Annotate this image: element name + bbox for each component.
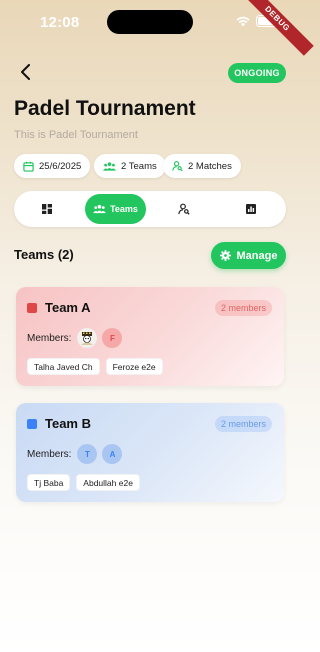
members-row: Members: F — [27, 328, 123, 348]
person-search-icon — [172, 161, 183, 172]
team-header: Team B — [27, 416, 91, 431]
user-photo-icon — [78, 329, 97, 347]
matches-chip-label: 2 Matches — [188, 160, 232, 172]
avatar: T — [77, 444, 98, 464]
matches-chip: 2 Matches — [163, 154, 241, 178]
calendar-icon — [23, 161, 34, 172]
tab-bar: Teams — [14, 191, 286, 227]
team-name: Team A — [45, 300, 91, 315]
member-name-chip: Abdullah e2e — [76, 474, 140, 491]
people-icon — [93, 204, 106, 214]
chart-icon — [246, 204, 256, 214]
avatar: F — [102, 328, 123, 348]
member-names: Talha Javed Ch Feroze e2e — [27, 358, 163, 375]
member-name-chip: Feroze e2e — [105, 358, 163, 375]
teams-chip: 2 Teams — [94, 154, 166, 178]
wifi-icon — [236, 16, 250, 26]
tab-players[interactable] — [161, 194, 207, 224]
dashboard-icon — [42, 204, 52, 214]
tab-stats[interactable] — [228, 194, 274, 224]
team-name: Team B — [45, 416, 91, 431]
people-icon — [103, 161, 116, 171]
dynamic-island — [107, 10, 193, 34]
page-subtitle: This is Padel Tournament — [14, 129, 138, 141]
members-row: Members: T A — [27, 444, 123, 464]
status-badge: ONGOING — [228, 63, 286, 83]
member-count-badge: 2 members — [214, 300, 272, 316]
tab-teams-label: Teams — [110, 204, 138, 214]
team-card-b[interactable]: Team B 2 members Members: T A Tj Baba Ab… — [16, 403, 284, 502]
gear-icon — [219, 250, 231, 261]
avatar-photo — [77, 328, 98, 348]
tab-overview[interactable] — [24, 194, 70, 224]
member-name-chip: Talha Javed Ch — [27, 358, 100, 375]
members-label: Members: — [27, 332, 72, 344]
tab-teams[interactable]: Teams — [85, 194, 146, 224]
team-color-swatch — [27, 418, 37, 429]
teams-section-title: Teams (2) — [14, 247, 74, 262]
status-time: 12:08 — [40, 14, 80, 31]
member-name-chip: Tj Baba — [27, 474, 71, 491]
members-label: Members: — [27, 448, 72, 460]
team-card-a[interactable]: Team A 2 members Members: F Talha Javed … — [16, 287, 284, 386]
team-color-swatch — [27, 302, 37, 313]
manage-button[interactable]: Manage — [211, 242, 286, 269]
avatar: A — [102, 444, 123, 464]
date-chip-label: 25/6/2025 — [39, 160, 82, 172]
teams-chip-label: 2 Teams — [121, 160, 157, 172]
back-arrow-icon — [21, 64, 30, 80]
date-chip: 25/6/2025 — [14, 154, 91, 178]
team-header: Team A — [27, 300, 91, 315]
page-title: Padel Tournament — [14, 97, 196, 120]
person-search-icon — [178, 203, 190, 215]
member-names: Tj Baba Abdullah e2e — [27, 474, 140, 491]
member-count-badge: 2 members — [214, 416, 272, 432]
manage-button-label: Manage — [236, 249, 278, 262]
back-button[interactable] — [16, 62, 36, 82]
